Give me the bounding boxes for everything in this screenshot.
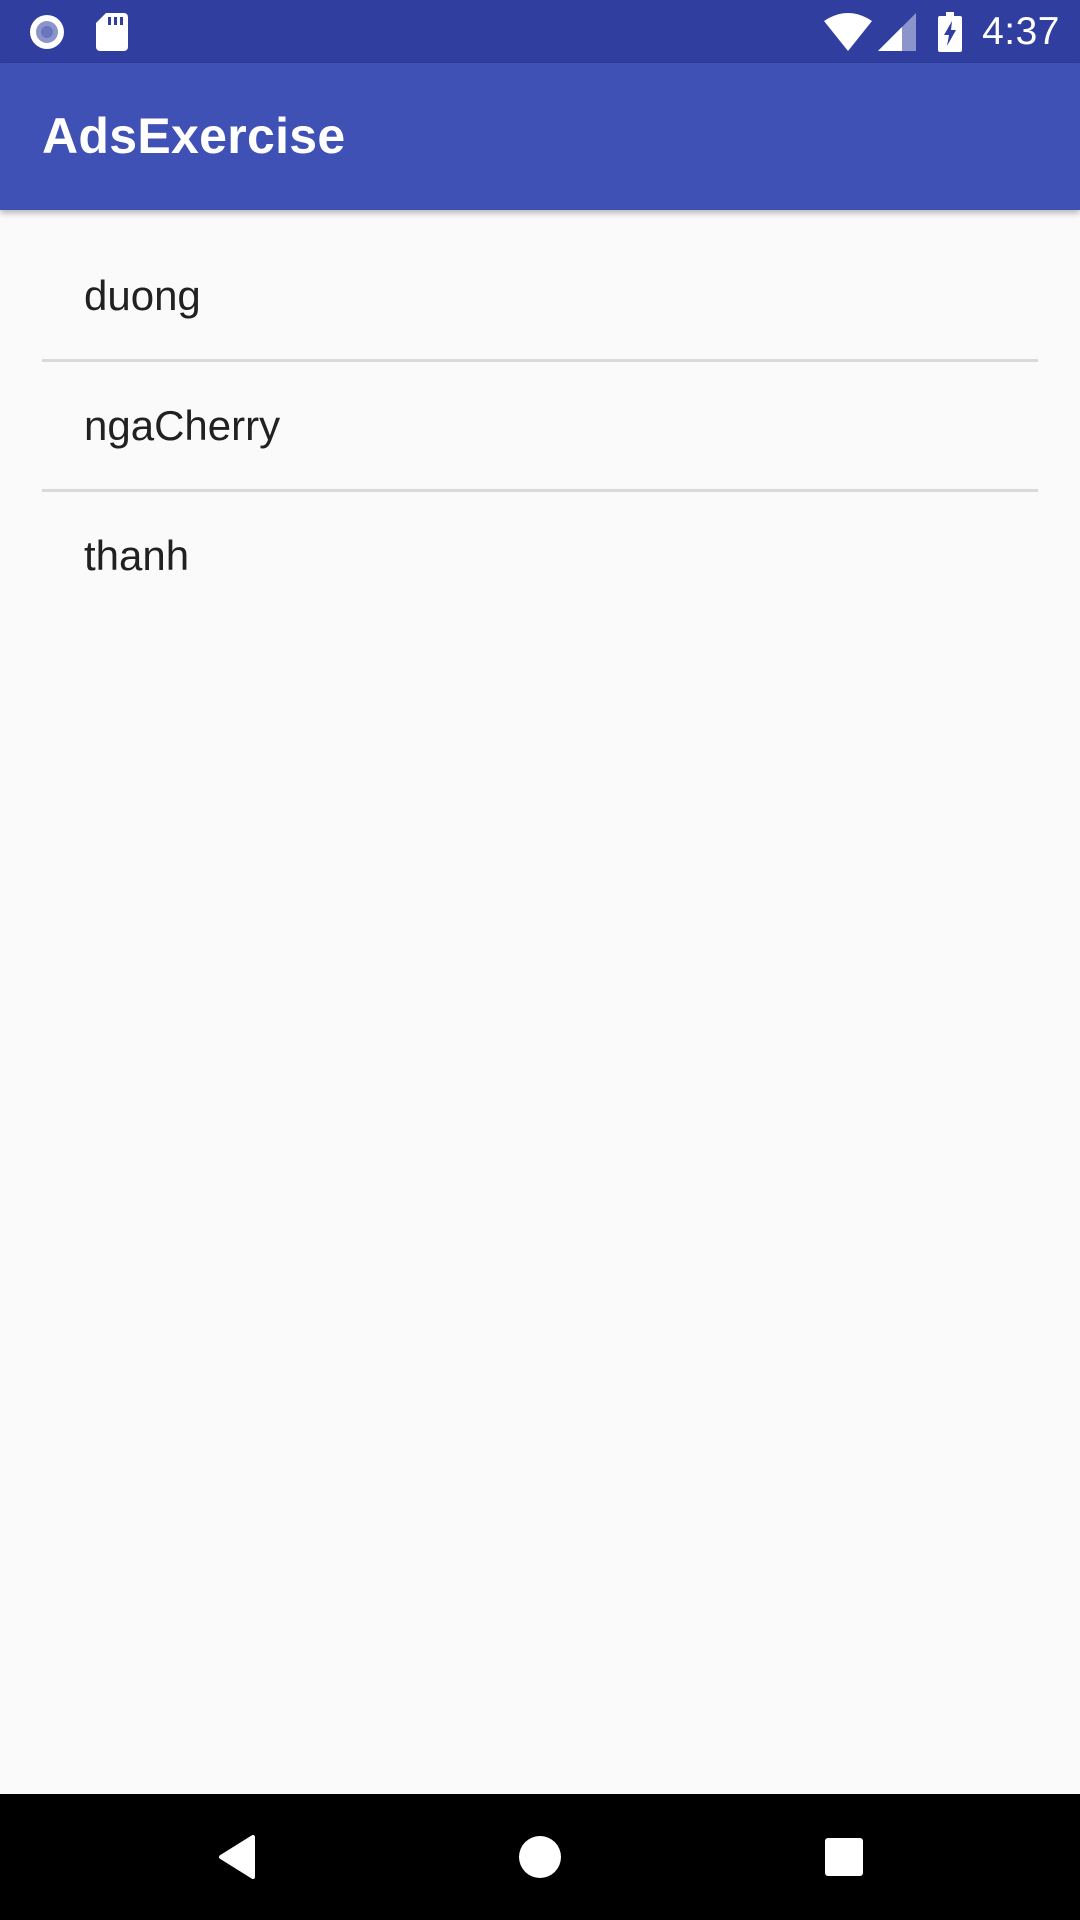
navigation-bar — [0, 1794, 1080, 1920]
status-bar: 4:37 — [0, 0, 1080, 63]
wifi-icon — [824, 12, 873, 51]
status-time: 4:37 — [982, 9, 1060, 53]
battery-charging-icon — [938, 11, 963, 52]
list-item-ngacherry[interactable]: ngaCherry — [42, 362, 1038, 489]
app-bar: AdsExercise — [0, 63, 1080, 210]
list-item-duong[interactable]: duong — [42, 232, 1038, 359]
recents-icon — [824, 1837, 864, 1877]
status-left-icons — [28, 13, 128, 51]
list-item-label: ngaCherry — [84, 401, 281, 449]
status-right-icons: 4:37 — [824, 0, 1060, 63]
app-title: AdsExercise — [42, 108, 346, 164]
list-item-label: thanh — [84, 531, 190, 579]
back-button[interactable] — [167, 1794, 307, 1920]
recents-button[interactable] — [774, 1794, 914, 1920]
sd-card-icon — [96, 13, 128, 51]
list-item-label: duong — [84, 271, 201, 319]
user-list: duong ngaCherry thanh — [42, 232, 1038, 619]
home-icon — [518, 1835, 562, 1879]
record-icon — [28, 13, 66, 51]
cell-signal-icon — [878, 12, 917, 51]
back-icon — [217, 1835, 257, 1879]
list-item-thanh[interactable]: thanh — [42, 492, 1038, 619]
home-button[interactable] — [470, 1794, 610, 1920]
